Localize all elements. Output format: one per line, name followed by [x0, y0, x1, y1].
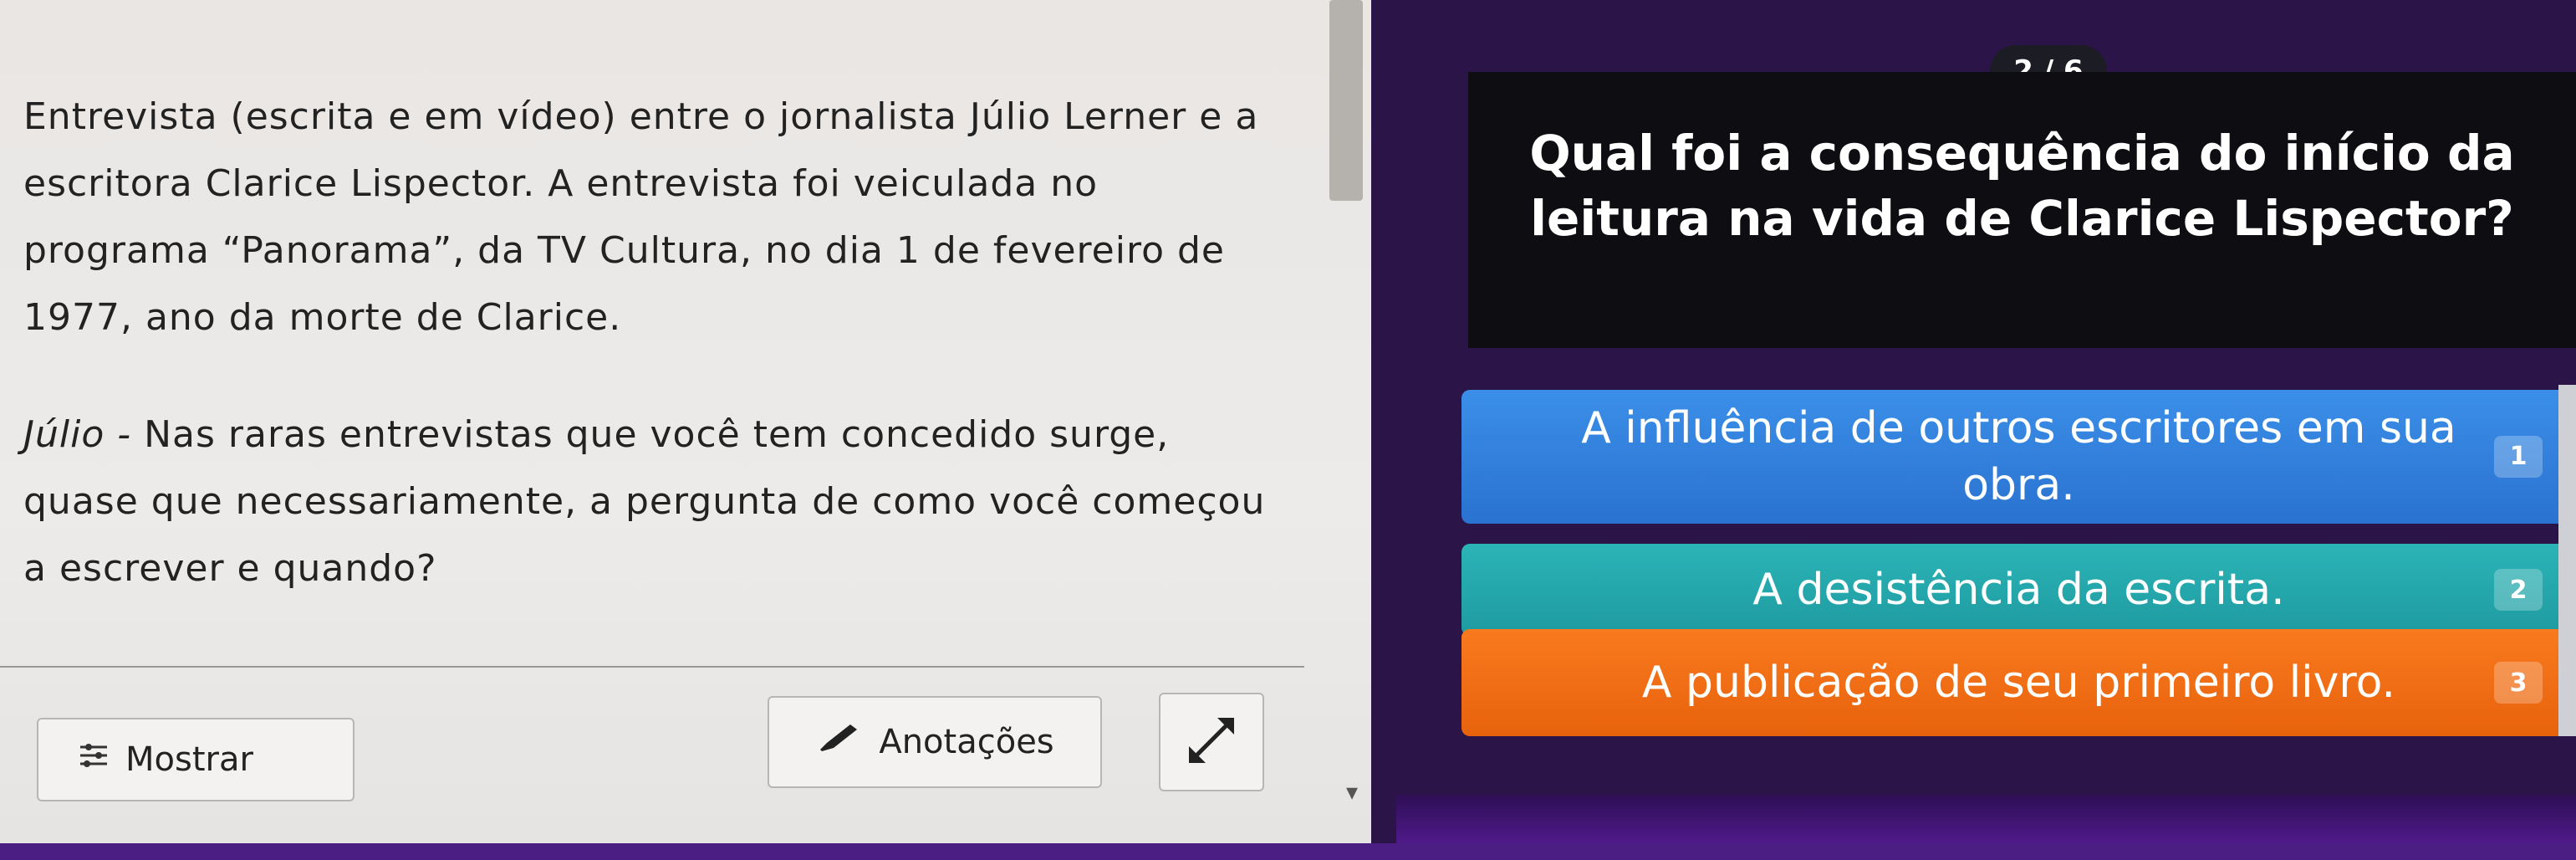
- question-box: Qual foi a consequência do início da lei…: [1468, 72, 2576, 348]
- sliders-icon: [77, 740, 110, 779]
- answer-text: A desistência da escrita.: [1752, 565, 2285, 615]
- show-button-label: Mostrar: [125, 740, 253, 779]
- answer-text: A publicação de seu primeiro livro.: [1641, 658, 2396, 708]
- interview-question: Júlio - Nas raras entrevistas que você t…: [23, 402, 1278, 602]
- chevron-down-icon[interactable]: ▾: [1346, 778, 1358, 806]
- reading-panel: Entrevista (escrita e em vídeo) entre o …: [0, 0, 1371, 845]
- answer-option-1[interactable]: A influência de outros escritores em sua…: [1461, 390, 2576, 524]
- divider: [0, 666, 1304, 668]
- speaker-label: Júlio -: [23, 413, 132, 456]
- answer-option-2[interactable]: A desistência da escrita. 2: [1461, 544, 2576, 636]
- expand-button[interactable]: [1159, 693, 1264, 791]
- answer-text: A influência de outros escritores em sua…: [1581, 403, 2456, 510]
- show-button[interactable]: Mostrar: [37, 718, 355, 801]
- intro-paragraph: Entrevista (escrita e em vídeo) entre o …: [23, 95, 1259, 339]
- expand-arrows-icon: [1182, 711, 1241, 773]
- notes-button[interactable]: Anotações: [768, 696, 1102, 788]
- answer-option-3[interactable]: A publicação de seu primeiro livro. 3: [1461, 629, 2576, 736]
- answer-key-badge: 1: [2494, 436, 2543, 478]
- reading-scrollbar[interactable]: [1329, 0, 1363, 201]
- answer-key-badge: 3: [2494, 662, 2543, 704]
- answer-key-badge: 2: [2494, 569, 2543, 611]
- quiz-question: Qual foi a consequência do início da lei…: [1529, 125, 2515, 247]
- answers-scrollbar[interactable]: [2558, 385, 2576, 736]
- bottom-band: [0, 843, 2576, 860]
- pencil-icon: [815, 721, 862, 763]
- notes-button-label: Anotações: [879, 723, 1054, 761]
- question-text: Nas raras entrevistas que você tem conce…: [23, 413, 1266, 590]
- reading-text: Entrevista (escrita e em vídeo) entre o …: [23, 84, 1328, 602]
